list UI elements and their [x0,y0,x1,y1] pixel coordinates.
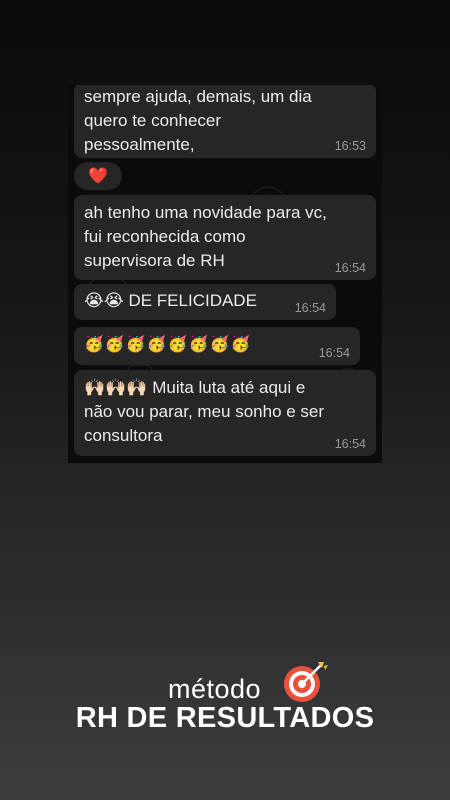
message-text: 🙌🏻🙌🏻🙌🏻 Muita luta até aqui e não vou par… [84,378,325,445]
message-time: 16:54 [294,301,326,315]
message-time: 16:53 [334,139,366,153]
target-icon [284,662,328,702]
message-bubble: 🙌🏻🙌🏻🙌🏻 Muita luta até aqui e não vou par… [74,370,376,456]
message-time: 16:54 [334,261,366,275]
heart-reaction-icon: ❤️ [74,162,122,190]
brand-line1: método [168,674,262,704]
message-text: ah tenho uma novidade para vc, fui recon… [84,203,327,270]
message-time: 16:54 [318,346,350,360]
message-text: sempre ajuda, demais, um dia quero te co… [84,87,312,154]
brand-line2: RH DE RESULTADOS [75,702,375,734]
message-text: 😭😭 DE FELICIDADE [84,291,257,310]
message-bubble: sempre ajuda, demais, um dia quero te co… [74,85,376,158]
chat-screenshot: sempre ajuda, demais, um dia quero te co… [68,85,382,463]
message-bubble: ah tenho uma novidade para vc, fui recon… [74,195,376,280]
message-text: 🥳🥳🥳🥳🥳🥳🥳🥳 [84,336,252,353]
message-bubble: 🥳🥳🥳🥳🥳🥳🥳🥳 16:54 [74,327,360,365]
message-bubble: 😭😭 DE FELICIDADE 16:54 [74,284,336,320]
message-time: 16:54 [334,437,366,451]
